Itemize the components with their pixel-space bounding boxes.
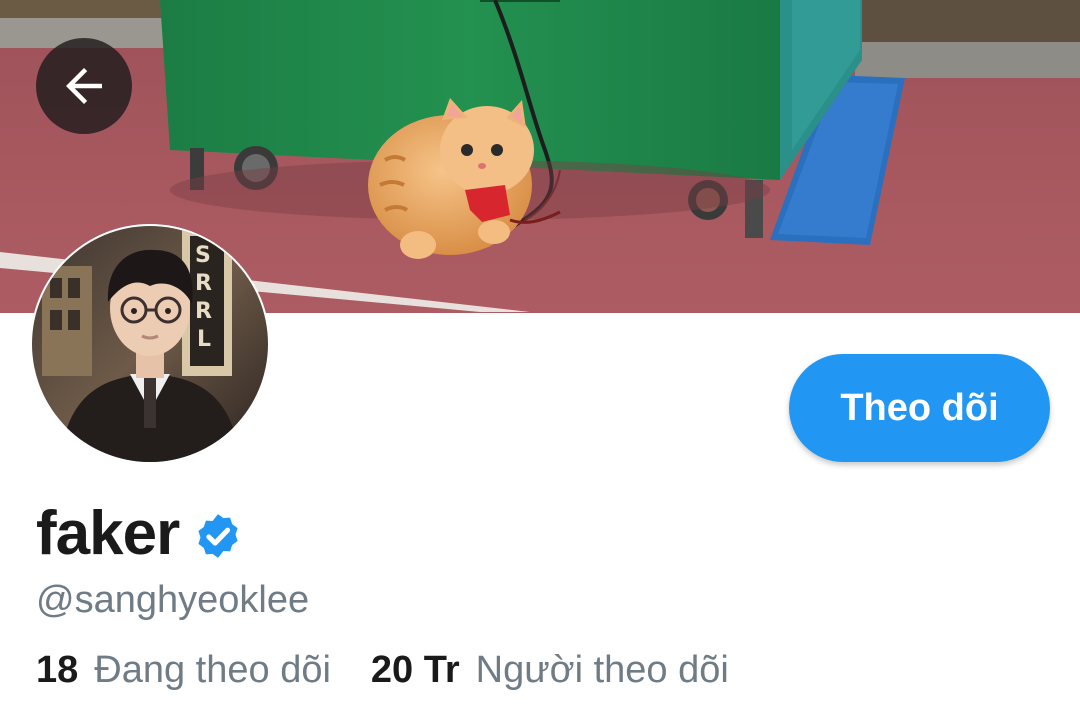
back-button[interactable] (36, 38, 132, 134)
svg-text:L: L (197, 327, 211, 352)
user-handle: @sanghyeoklee (36, 579, 310, 621)
following-label[interactable]: Đang theo dõi (94, 642, 331, 698)
followers-count[interactable]: 20 Tr (371, 642, 460, 698)
profile-page: S R R L Theo dõi faker @sanghyeoklee 18 … (0, 0, 1080, 720)
avatar-photo: S R R L (32, 226, 268, 462)
profile-avatar[interactable]: S R R L (30, 224, 270, 464)
svg-text:R: R (195, 299, 212, 324)
following-count[interactable]: 18 (36, 642, 78, 698)
svg-text:R: R (195, 271, 212, 296)
arrow-left-icon (66, 68, 102, 104)
follow-button-label: Theo dõi (840, 386, 999, 429)
follow-button[interactable]: Theo dõi (789, 354, 1050, 462)
verified-badge-icon (198, 514, 238, 558)
follow-stats: 18 Đang theo dõi 20 Tr Người theo dõi (36, 642, 729, 698)
svg-text:S: S (195, 243, 211, 268)
display-name: faker (36, 499, 180, 568)
followers-label[interactable]: Người theo dõi (476, 642, 729, 698)
display-name-row: faker (36, 494, 243, 574)
